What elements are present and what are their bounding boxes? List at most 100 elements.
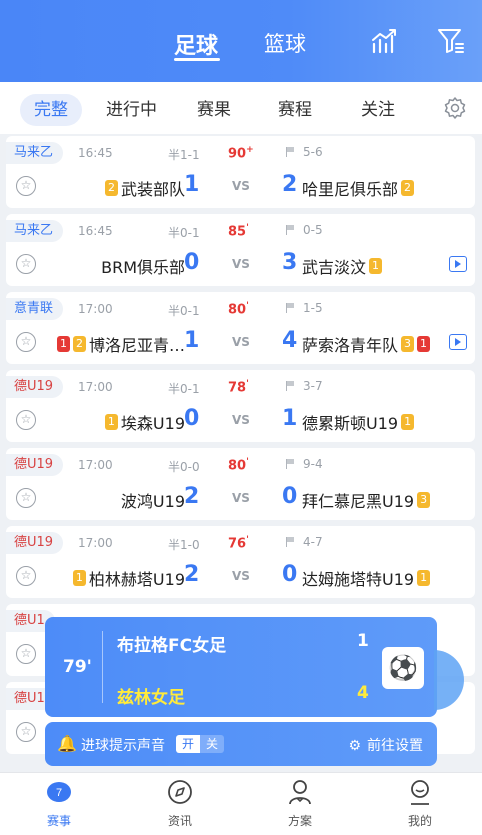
- filter-tab-schedule[interactable]: 赛程: [278, 94, 312, 126]
- corner-flag-icon: [286, 225, 295, 235]
- soccer-ball-icon: ⚽: [382, 647, 424, 689]
- corner-flag-icon: [286, 459, 295, 469]
- star-icon[interactable]: ☆: [16, 176, 36, 196]
- match-minute: 78': [228, 379, 249, 395]
- vs-label: VS: [232, 257, 250, 271]
- corner-count: 0-5: [286, 223, 323, 237]
- svg-text:7: 7: [56, 787, 62, 799]
- vs-label: VS: [232, 569, 250, 583]
- tab-football[interactable]: 足球: [174, 28, 218, 60]
- filter-tabs: 完整 进行中 赛果 赛程 关注: [0, 82, 482, 134]
- minute-value: 85: [228, 224, 247, 240]
- nav-profile[interactable]: 我的: [385, 779, 455, 829]
- star-icon[interactable]: ☆: [16, 566, 36, 586]
- match-card[interactable]: 意青联 17:00 半0-1 80' 1-5 ☆ 1 2 博洛尼亚青… 1 VS 4 萨索洛青年队 3 1: [6, 292, 475, 364]
- corner-value: 4-7: [303, 535, 323, 549]
- home-score: 2: [184, 562, 200, 587]
- nav-plans-label: 方案: [287, 814, 312, 828]
- halftime-score: 半0-1: [168, 304, 200, 318]
- match-time: 17:00: [78, 302, 113, 316]
- star-icon[interactable]: ☆: [16, 722, 36, 742]
- minute-mark: ': [246, 457, 249, 467]
- yellow-card-badge: 1: [72, 570, 86, 586]
- corner-value: 3-7: [303, 379, 323, 393]
- corner-value: 1-5: [303, 301, 323, 315]
- live-video-icon[interactable]: [449, 334, 467, 350]
- toggle-on[interactable]: 开: [176, 735, 200, 753]
- goal-sound-toggle[interactable]: 开 关: [176, 735, 224, 753]
- halftime-score: 半0-1: [168, 382, 200, 396]
- league-tag: 马来乙: [6, 220, 64, 242]
- match-card[interactable]: 马来乙 16:45 半0-1 85' 0-5 ☆ BRM俱乐部 0 VS 3 武吉淡汶 1: [6, 214, 475, 286]
- minute-value: 80: [228, 302, 247, 318]
- star-icon[interactable]: ☆: [16, 644, 36, 664]
- league-tag: 马来乙: [6, 142, 64, 164]
- star-icon[interactable]: ☆: [16, 332, 36, 352]
- goto-settings-label: 前往设置: [367, 738, 423, 754]
- filter-tab-followed[interactable]: 关注: [361, 94, 395, 126]
- yellow-card-badge: 1: [369, 258, 383, 274]
- away-team: 哈里尼俱乐部 2: [302, 176, 415, 200]
- yellow-card-badge: 2: [72, 336, 86, 352]
- yellow-card-badge: 3: [401, 336, 415, 352]
- filter-tab-results[interactable]: 赛果: [197, 94, 231, 126]
- match-minute: 85': [228, 223, 249, 239]
- home-team: 2 武装部队: [104, 176, 185, 200]
- nav-matches-label: 赛事: [46, 814, 71, 828]
- compass-icon: [168, 780, 192, 804]
- star-icon[interactable]: ☆: [16, 410, 36, 430]
- goal-notification[interactable]: 79' 布拉格FC女足 1 兹林女足 4 ⚽: [45, 617, 437, 717]
- away-score: 0: [282, 484, 298, 509]
- filter-icon[interactable]: [436, 26, 466, 56]
- away-team: 武吉淡汶 1: [302, 254, 383, 278]
- star-icon[interactable]: ☆: [16, 254, 36, 274]
- nav-news[interactable]: 资讯: [145, 779, 215, 829]
- corner-count: 5-6: [286, 145, 323, 159]
- home-score: 1: [184, 172, 200, 197]
- vs-label: VS: [232, 335, 250, 349]
- halftime-score: 半1-0: [168, 538, 200, 552]
- home-score: 1: [184, 328, 200, 353]
- filter-tab-live[interactable]: 进行中: [106, 94, 157, 126]
- match-card[interactable]: 德U19 17:00 半0-0 80' 9-4 ☆ 波鸿U19 2 VS 0 拜仁慕尼黑U19 3: [6, 448, 475, 520]
- yellow-card-badge: 1: [104, 414, 118, 430]
- match-icon: 7: [47, 782, 71, 802]
- match-card[interactable]: 德U19 17:00 半0-1 78' 3-7 ☆ 1 埃森U19 0 VS 1 德累斯顿U19 1: [6, 370, 475, 442]
- nav-plans[interactable]: 方案: [265, 779, 335, 829]
- match-card[interactable]: 马来乙 16:45 半1-1 90+ 5-6 ☆ 2 武装部队 1 VS 2 哈里尼俱乐部 2: [6, 136, 475, 208]
- divider: [102, 631, 103, 703]
- league-tag: 意青联: [6, 298, 64, 320]
- star-icon[interactable]: ☆: [16, 488, 36, 508]
- nav-matches[interactable]: 7 赛事: [24, 779, 94, 829]
- top-header: 足球 篮球: [0, 0, 482, 82]
- chart-icon[interactable]: [370, 26, 400, 56]
- away-team: 拜仁慕尼黑U19 3: [302, 488, 431, 512]
- filter-tab-all[interactable]: 完整: [20, 94, 82, 126]
- gear-icon[interactable]: [443, 96, 467, 120]
- corner-flag-icon: [286, 147, 295, 157]
- away-team-name: 达姆施塔特U19: [302, 570, 415, 589]
- away-team-name: 哈里尼俱乐部: [302, 180, 399, 199]
- match-card[interactable]: 德U19 17:00 半1-0 76' 4-7 ☆ 1 柏林赫塔U19 2 VS 0 达姆施塔特U19…: [6, 526, 475, 598]
- toggle-off[interactable]: 关: [200, 735, 224, 753]
- tab-basketball[interactable]: 篮球: [264, 28, 306, 58]
- match-minute: 90+: [228, 145, 254, 161]
- live-video-icon[interactable]: [449, 256, 467, 272]
- minute-value: 78: [228, 380, 247, 396]
- match-minute: 76': [228, 535, 249, 551]
- minute-value: 80: [228, 458, 247, 474]
- goto-settings-link[interactable]: ⚙ 前往设置: [348, 735, 423, 755]
- home-team-name: BRM俱乐部: [101, 258, 185, 277]
- nav-profile-label: 我的: [407, 814, 432, 828]
- goal-minute: 79': [63, 657, 92, 677]
- away-team-name: 德累斯顿U19: [302, 414, 399, 433]
- minute-mark: ': [246, 535, 249, 545]
- league-tag: 德U19: [6, 376, 64, 398]
- bottom-nav: 7 赛事 资讯 方案 我的: [0, 772, 482, 835]
- away-score: 3: [282, 250, 298, 275]
- home-team: 波鸿U19: [121, 488, 185, 512]
- match-time: 17:00: [78, 380, 113, 394]
- corner-count: 9-4: [286, 457, 323, 471]
- match-time: 16:45: [78, 224, 113, 238]
- bell-icon: 🔔: [57, 734, 77, 753]
